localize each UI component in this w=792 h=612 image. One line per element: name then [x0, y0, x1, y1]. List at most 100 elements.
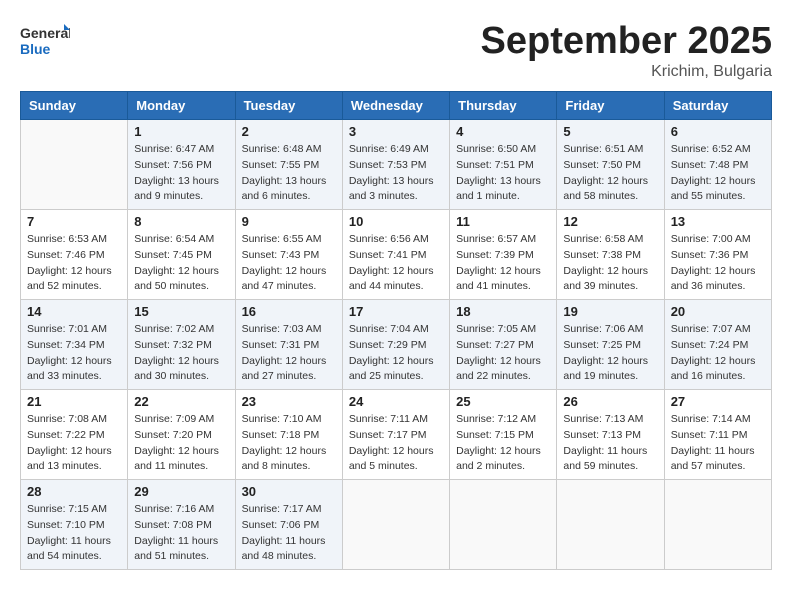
col-saturday: Saturday — [664, 92, 771, 120]
calendar-cell: 13 Sunrise: 7:00 AMSunset: 7:36 PMDaylig… — [664, 210, 771, 300]
calendar-cell: 10 Sunrise: 6:56 AMSunset: 7:41 PMDaylig… — [342, 210, 449, 300]
header: General Blue September 2025 Krichim, Bul… — [20, 20, 772, 81]
day-number: 11 — [456, 214, 550, 229]
calendar-cell: 1 Sunrise: 6:47 AMSunset: 7:56 PMDayligh… — [128, 120, 235, 210]
day-number: 4 — [456, 124, 550, 139]
day-number: 24 — [349, 394, 443, 409]
day-number: 14 — [27, 304, 121, 319]
day-number: 5 — [563, 124, 657, 139]
calendar-cell — [342, 480, 449, 570]
day-info: Sunrise: 7:14 AMSunset: 7:11 PMDaylight:… — [671, 412, 765, 475]
day-info: Sunrise: 7:10 AMSunset: 7:18 PMDaylight:… — [242, 412, 336, 475]
day-number: 28 — [27, 484, 121, 499]
calendar-cell: 14 Sunrise: 7:01 AMSunset: 7:34 PMDaylig… — [21, 300, 128, 390]
calendar-cell: 29 Sunrise: 7:16 AMSunset: 7:08 PMDaylig… — [128, 480, 235, 570]
calendar-cell: 30 Sunrise: 7:17 AMSunset: 7:06 PMDaylig… — [235, 480, 342, 570]
calendar-cell: 8 Sunrise: 6:54 AMSunset: 7:45 PMDayligh… — [128, 210, 235, 300]
day-info: Sunrise: 6:57 AMSunset: 7:39 PMDaylight:… — [456, 232, 550, 295]
calendar-cell: 24 Sunrise: 7:11 AMSunset: 7:17 PMDaylig… — [342, 390, 449, 480]
calendar-cell: 15 Sunrise: 7:02 AMSunset: 7:32 PMDaylig… — [128, 300, 235, 390]
week-row-4: 21 Sunrise: 7:08 AMSunset: 7:22 PMDaylig… — [21, 390, 772, 480]
day-info: Sunrise: 7:03 AMSunset: 7:31 PMDaylight:… — [242, 322, 336, 385]
col-tuesday: Tuesday — [235, 92, 342, 120]
day-info: Sunrise: 7:04 AMSunset: 7:29 PMDaylight:… — [349, 322, 443, 385]
day-number: 27 — [671, 394, 765, 409]
day-info: Sunrise: 7:07 AMSunset: 7:24 PMDaylight:… — [671, 322, 765, 385]
day-info: Sunrise: 7:02 AMSunset: 7:32 PMDaylight:… — [134, 322, 228, 385]
day-info: Sunrise: 7:11 AMSunset: 7:17 PMDaylight:… — [349, 412, 443, 475]
calendar-cell: 3 Sunrise: 6:49 AMSunset: 7:53 PMDayligh… — [342, 120, 449, 210]
calendar-cell: 11 Sunrise: 6:57 AMSunset: 7:39 PMDaylig… — [450, 210, 557, 300]
header-row: Sunday Monday Tuesday Wednesday Thursday… — [21, 92, 772, 120]
calendar-cell: 7 Sunrise: 6:53 AMSunset: 7:46 PMDayligh… — [21, 210, 128, 300]
calendar-cell: 5 Sunrise: 6:51 AMSunset: 7:50 PMDayligh… — [557, 120, 664, 210]
day-info: Sunrise: 7:00 AMSunset: 7:36 PMDaylight:… — [671, 232, 765, 295]
logo: General Blue — [20, 20, 70, 60]
calendar-cell: 26 Sunrise: 7:13 AMSunset: 7:13 PMDaylig… — [557, 390, 664, 480]
calendar-cell: 20 Sunrise: 7:07 AMSunset: 7:24 PMDaylig… — [664, 300, 771, 390]
day-info: Sunrise: 7:17 AMSunset: 7:06 PMDaylight:… — [242, 502, 336, 565]
day-info: Sunrise: 7:08 AMSunset: 7:22 PMDaylight:… — [27, 412, 121, 475]
col-friday: Friday — [557, 92, 664, 120]
week-row-1: 1 Sunrise: 6:47 AMSunset: 7:56 PMDayligh… — [21, 120, 772, 210]
day-number: 30 — [242, 484, 336, 499]
day-info: Sunrise: 6:56 AMSunset: 7:41 PMDaylight:… — [349, 232, 443, 295]
day-info: Sunrise: 6:51 AMSunset: 7:50 PMDaylight:… — [563, 142, 657, 205]
calendar-cell: 25 Sunrise: 7:12 AMSunset: 7:15 PMDaylig… — [450, 390, 557, 480]
calendar-cell: 23 Sunrise: 7:10 AMSunset: 7:18 PMDaylig… — [235, 390, 342, 480]
calendar-cell: 4 Sunrise: 6:50 AMSunset: 7:51 PMDayligh… — [450, 120, 557, 210]
week-row-3: 14 Sunrise: 7:01 AMSunset: 7:34 PMDaylig… — [21, 300, 772, 390]
day-number: 1 — [134, 124, 228, 139]
svg-text:Blue: Blue — [20, 41, 51, 57]
calendar-cell: 6 Sunrise: 6:52 AMSunset: 7:48 PMDayligh… — [664, 120, 771, 210]
day-number: 2 — [242, 124, 336, 139]
day-info: Sunrise: 6:52 AMSunset: 7:48 PMDaylight:… — [671, 142, 765, 205]
day-number: 29 — [134, 484, 228, 499]
day-number: 23 — [242, 394, 336, 409]
day-info: Sunrise: 6:50 AMSunset: 7:51 PMDaylight:… — [456, 142, 550, 205]
day-number: 8 — [134, 214, 228, 229]
day-info: Sunrise: 6:54 AMSunset: 7:45 PMDaylight:… — [134, 232, 228, 295]
day-info: Sunrise: 6:53 AMSunset: 7:46 PMDaylight:… — [27, 232, 121, 295]
day-info: Sunrise: 7:12 AMSunset: 7:15 PMDaylight:… — [456, 412, 550, 475]
day-number: 7 — [27, 214, 121, 229]
day-info: Sunrise: 7:01 AMSunset: 7:34 PMDaylight:… — [27, 322, 121, 385]
week-row-2: 7 Sunrise: 6:53 AMSunset: 7:46 PMDayligh… — [21, 210, 772, 300]
day-info: Sunrise: 6:58 AMSunset: 7:38 PMDaylight:… — [563, 232, 657, 295]
day-number: 22 — [134, 394, 228, 409]
calendar-cell: 17 Sunrise: 7:04 AMSunset: 7:29 PMDaylig… — [342, 300, 449, 390]
col-wednesday: Wednesday — [342, 92, 449, 120]
day-number: 18 — [456, 304, 550, 319]
day-info: Sunrise: 6:48 AMSunset: 7:55 PMDaylight:… — [242, 142, 336, 205]
day-info: Sunrise: 7:09 AMSunset: 7:20 PMDaylight:… — [134, 412, 228, 475]
calendar-cell — [557, 480, 664, 570]
day-number: 10 — [349, 214, 443, 229]
calendar-cell: 21 Sunrise: 7:08 AMSunset: 7:22 PMDaylig… — [21, 390, 128, 480]
day-info: Sunrise: 6:49 AMSunset: 7:53 PMDaylight:… — [349, 142, 443, 205]
calendar-cell: 9 Sunrise: 6:55 AMSunset: 7:43 PMDayligh… — [235, 210, 342, 300]
day-info: Sunrise: 7:06 AMSunset: 7:25 PMDaylight:… — [563, 322, 657, 385]
title-area: September 2025 Krichim, Bulgaria — [481, 20, 773, 81]
day-number: 20 — [671, 304, 765, 319]
col-monday: Monday — [128, 92, 235, 120]
logo-svg: General Blue — [20, 20, 70, 60]
day-number: 21 — [27, 394, 121, 409]
day-info: Sunrise: 6:47 AMSunset: 7:56 PMDaylight:… — [134, 142, 228, 205]
day-number: 19 — [563, 304, 657, 319]
day-info: Sunrise: 7:15 AMSunset: 7:10 PMDaylight:… — [27, 502, 121, 565]
col-thursday: Thursday — [450, 92, 557, 120]
day-number: 3 — [349, 124, 443, 139]
day-number: 25 — [456, 394, 550, 409]
calendar-cell: 16 Sunrise: 7:03 AMSunset: 7:31 PMDaylig… — [235, 300, 342, 390]
day-number: 6 — [671, 124, 765, 139]
col-sunday: Sunday — [21, 92, 128, 120]
calendar-cell: 27 Sunrise: 7:14 AMSunset: 7:11 PMDaylig… — [664, 390, 771, 480]
location: Krichim, Bulgaria — [481, 63, 773, 81]
day-number: 9 — [242, 214, 336, 229]
day-number: 17 — [349, 304, 443, 319]
week-row-5: 28 Sunrise: 7:15 AMSunset: 7:10 PMDaylig… — [21, 480, 772, 570]
svg-text:General: General — [20, 25, 70, 41]
day-info: Sunrise: 7:13 AMSunset: 7:13 PMDaylight:… — [563, 412, 657, 475]
day-number: 16 — [242, 304, 336, 319]
day-number: 15 — [134, 304, 228, 319]
